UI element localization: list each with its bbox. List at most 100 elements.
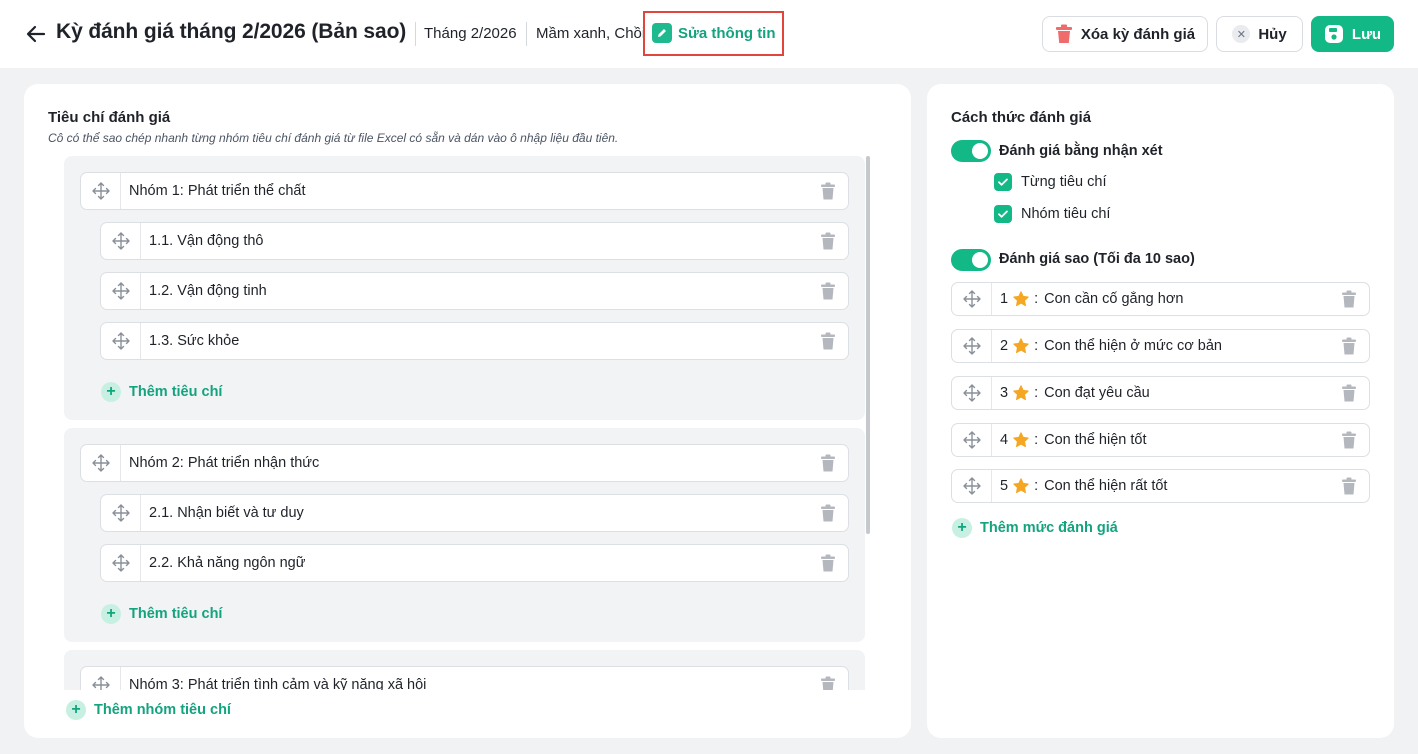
trash-icon[interactable] bbox=[1329, 330, 1369, 362]
checkbox-per-group[interactable] bbox=[994, 205, 1012, 223]
add-group-button[interactable]: + Thêm nhóm tiêu chí bbox=[66, 700, 231, 720]
trash-icon[interactable] bbox=[1329, 283, 1369, 315]
trash-icon[interactable] bbox=[808, 667, 848, 690]
drag-handle-icon[interactable] bbox=[101, 545, 141, 581]
criterion-name: 2.2. Khả năng ngôn ngữ bbox=[149, 555, 306, 571]
level-number-wrap: 2 : bbox=[992, 337, 1038, 355]
star-icon bbox=[1013, 478, 1029, 494]
drag-handle-icon[interactable] bbox=[81, 667, 121, 690]
criterion-name: 1.1. Vận động thô bbox=[149, 233, 264, 249]
trash-icon[interactable] bbox=[808, 545, 848, 581]
drag-handle-icon[interactable] bbox=[952, 283, 992, 315]
criterion-row[interactable]: 1.3. Sức khỏe bbox=[100, 322, 849, 360]
criterion-name: 1.2. Vận động tinh bbox=[149, 283, 267, 299]
checkbox-per-criterion[interactable] bbox=[994, 173, 1012, 191]
star-level-row[interactable]: 5 : Con thể hiện rất tốt bbox=[951, 469, 1370, 503]
level-number-wrap: 5 : bbox=[992, 477, 1038, 495]
method-panel: Cách thức đánh giá Đánh giá bằng nhận xé… bbox=[927, 84, 1394, 738]
drag-handle-icon[interactable] bbox=[101, 223, 141, 259]
cancel-label: Hủy bbox=[1258, 25, 1287, 43]
trash-icon[interactable] bbox=[808, 445, 848, 481]
level-number: 3 bbox=[1000, 385, 1009, 401]
check-icon bbox=[998, 178, 1008, 186]
trash-icon[interactable] bbox=[1329, 377, 1369, 409]
criteria-panel: Tiêu chí đánh giá Cô có thể sao chép nha… bbox=[24, 84, 911, 738]
page-header: Kỳ đánh giá tháng 2/2026 (Bản sao) Tháng… bbox=[0, 0, 1418, 68]
group-name: Nhóm 1: Phát triển thể chất bbox=[129, 183, 306, 199]
criterion-name: 2.1. Nhận biết và tư duy bbox=[149, 505, 304, 521]
criterion-row[interactable]: 1.1. Vận động thô bbox=[100, 222, 849, 260]
drag-handle-icon[interactable] bbox=[952, 330, 992, 362]
page-title: Kỳ đánh giá tháng 2/2026 (Bản sao) bbox=[56, 20, 407, 43]
add-level-label: Thêm mức đánh giá bbox=[980, 520, 1118, 536]
criteria-title: Tiêu chí đánh giá bbox=[48, 109, 171, 126]
drag-handle-icon[interactable] bbox=[101, 323, 141, 359]
drag-handle-icon[interactable] bbox=[81, 173, 121, 209]
trash-icon[interactable] bbox=[808, 495, 848, 531]
divider bbox=[526, 22, 527, 46]
trash-icon[interactable] bbox=[808, 173, 848, 209]
save-label: Lưu bbox=[1351, 25, 1382, 43]
criteria-group: Nhóm 2: Phát triển nhận thức 2.1. Nhận b… bbox=[64, 428, 865, 642]
edit-info-button[interactable]: Sửa thông tin bbox=[652, 22, 776, 44]
criteria-group: Nhóm 1: Phát triển thể chất 1.1. Vận độn… bbox=[64, 156, 865, 420]
level-number: 1 bbox=[1000, 291, 1009, 307]
level-number-wrap: 4 : bbox=[992, 431, 1038, 449]
add-criterion-button[interactable]: + Thêm tiêu chí bbox=[101, 382, 222, 402]
save-icon bbox=[1324, 25, 1343, 43]
drag-handle-icon[interactable] bbox=[101, 273, 141, 309]
checkbox-label: Từng tiêu chí bbox=[1021, 174, 1107, 190]
divider bbox=[415, 22, 416, 46]
plus-icon: + bbox=[101, 604, 121, 624]
drag-handle-icon[interactable] bbox=[952, 470, 992, 502]
comment-toggle-label: Đánh giá bằng nhận xét bbox=[999, 143, 1163, 159]
star-toggle[interactable] bbox=[951, 249, 991, 271]
criteria-group: Nhóm 3: Phát triển tình cảm và kỹ năng x… bbox=[64, 650, 865, 690]
trash-icon[interactable] bbox=[1329, 424, 1369, 456]
plus-icon: + bbox=[101, 382, 121, 402]
trash-icon bbox=[1055, 24, 1072, 43]
level-number: 4 bbox=[1000, 432, 1009, 448]
add-level-button[interactable]: + Thêm mức đánh giá bbox=[952, 518, 1118, 538]
trash-icon[interactable] bbox=[808, 323, 848, 359]
group-name: Nhóm 3: Phát triển tình cảm và kỹ năng x… bbox=[129, 677, 427, 690]
star-toggle-label: Đánh giá sao (Tối đa 10 sao) bbox=[999, 251, 1195, 267]
cancel-button[interactable]: ✕ Hủy bbox=[1216, 16, 1303, 52]
trash-icon[interactable] bbox=[808, 223, 848, 259]
criterion-name: 1.3. Sức khỏe bbox=[149, 333, 240, 349]
add-group-label: Thêm nhóm tiêu chí bbox=[94, 702, 231, 718]
level-number: 2 bbox=[1000, 338, 1009, 354]
scrollbar-thumb[interactable] bbox=[866, 156, 870, 534]
criteria-subtitle: Cô có thể sao chép nhanh từng nhóm tiêu … bbox=[48, 131, 619, 145]
close-icon: ✕ bbox=[1232, 25, 1251, 43]
comment-toggle[interactable] bbox=[951, 140, 991, 162]
star-level-row[interactable]: 2 : Con thể hiện ở mức cơ bản bbox=[951, 329, 1370, 363]
trash-icon[interactable] bbox=[1329, 470, 1369, 502]
group-row[interactable]: Nhóm 2: Phát triển nhận thức bbox=[80, 444, 849, 482]
criterion-row[interactable]: 1.2. Vận động tinh bbox=[100, 272, 849, 310]
add-criterion-label: Thêm tiêu chí bbox=[129, 384, 223, 400]
add-criterion-button[interactable]: + Thêm tiêu chí bbox=[101, 604, 222, 624]
group-row[interactable]: Nhóm 3: Phát triển tình cảm và kỹ năng x… bbox=[80, 666, 849, 690]
delete-period-button[interactable]: Xóa kỳ đánh giá bbox=[1042, 16, 1208, 52]
drag-handle-icon[interactable] bbox=[952, 424, 992, 456]
star-level-row[interactable]: 3 : Con đạt yêu cầu bbox=[951, 376, 1370, 410]
group-row[interactable]: Nhóm 1: Phát triển thể chất bbox=[80, 172, 849, 210]
trash-icon[interactable] bbox=[808, 273, 848, 309]
criterion-row[interactable]: 2.1. Nhận biết và tư duy bbox=[100, 494, 849, 532]
drag-handle-icon[interactable] bbox=[81, 445, 121, 481]
drag-handle-icon[interactable] bbox=[101, 495, 141, 531]
arrow-left-icon[interactable] bbox=[24, 22, 48, 46]
level-text: Con cần cố gắng hơn bbox=[1044, 291, 1184, 307]
star-icon bbox=[1013, 385, 1029, 401]
star-level-row[interactable]: 1 : Con cần cố gắng hơn bbox=[951, 282, 1370, 316]
group-name: Nhóm 2: Phát triển nhận thức bbox=[129, 455, 320, 471]
level-number-wrap: 3 : bbox=[992, 384, 1038, 402]
drag-handle-icon[interactable] bbox=[952, 377, 992, 409]
period-month: Tháng 2/2026 bbox=[424, 25, 517, 42]
plus-icon: + bbox=[66, 700, 86, 720]
edit-info-label: Sửa thông tin bbox=[678, 24, 776, 42]
save-button[interactable]: Lưu bbox=[1311, 16, 1394, 52]
criterion-row[interactable]: 2.2. Khả năng ngôn ngữ bbox=[100, 544, 849, 582]
star-level-row[interactable]: 4 : Con thể hiện tốt bbox=[951, 423, 1370, 457]
